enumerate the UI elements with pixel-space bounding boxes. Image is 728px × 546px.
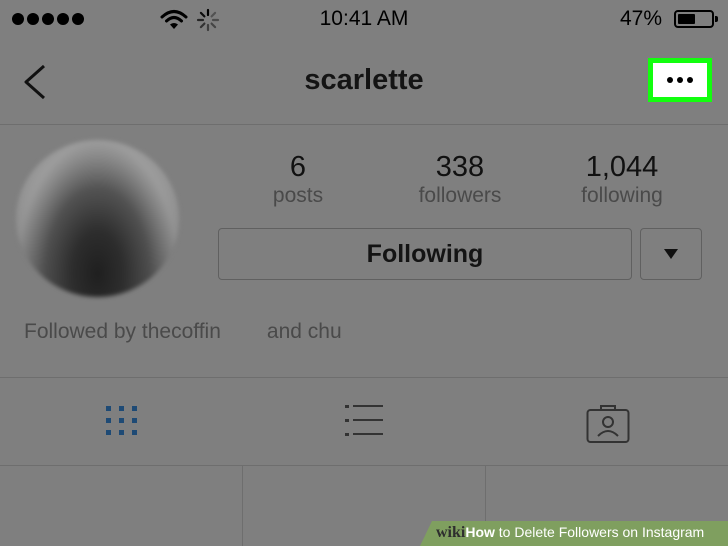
followers-count: 338 xyxy=(435,151,485,183)
following-button[interactable]: Following xyxy=(218,228,632,280)
followed-by-extra[interactable]: and chu xyxy=(267,320,342,343)
caret-down-icon xyxy=(664,249,678,259)
posts-count: 6 xyxy=(289,151,307,183)
avatar[interactable] xyxy=(16,140,179,297)
followed-by-label[interactable]: Followed by thecoffin xyxy=(24,320,221,343)
nav-bar: scarlette xyxy=(0,40,728,125)
wikihow-banner: wikiHow to Delete Followers on Instagram xyxy=(420,521,728,546)
followers-label: followers xyxy=(418,184,502,207)
posts-label: posts xyxy=(272,184,324,207)
following-count: 1,044 xyxy=(585,151,659,183)
ellipsis-icon xyxy=(667,77,673,83)
following-label: following xyxy=(581,184,663,207)
stat-posts[interactable]: 6 posts xyxy=(228,150,368,208)
stat-followers[interactable]: 338 followers xyxy=(390,150,530,208)
battery-fill xyxy=(678,14,695,24)
suggestions-dropdown-button[interactable] xyxy=(640,228,702,280)
list-icon[interactable] xyxy=(344,402,384,440)
stat-following[interactable]: 1,044 following xyxy=(552,150,692,208)
profile-tab-strip xyxy=(0,377,728,466)
wiki-logo-text: wiki xyxy=(436,524,466,541)
profile-username-title: scarlette xyxy=(304,64,424,96)
how-text: How xyxy=(465,524,495,540)
status-time: 10:41 AM xyxy=(319,7,409,30)
battery-icon xyxy=(674,10,718,28)
more-options-button[interactable] xyxy=(648,58,712,102)
battery-percent: 47% xyxy=(619,7,662,30)
banner-title: to Delete Followers on Instagram xyxy=(494,524,705,540)
status-bar: 10:41 AM 47% xyxy=(0,0,728,40)
tagged-person-icon[interactable] xyxy=(586,404,630,444)
grid-icon[interactable] xyxy=(104,402,140,438)
followed-by-text: Followed by thecoffin and chu xyxy=(24,320,342,344)
